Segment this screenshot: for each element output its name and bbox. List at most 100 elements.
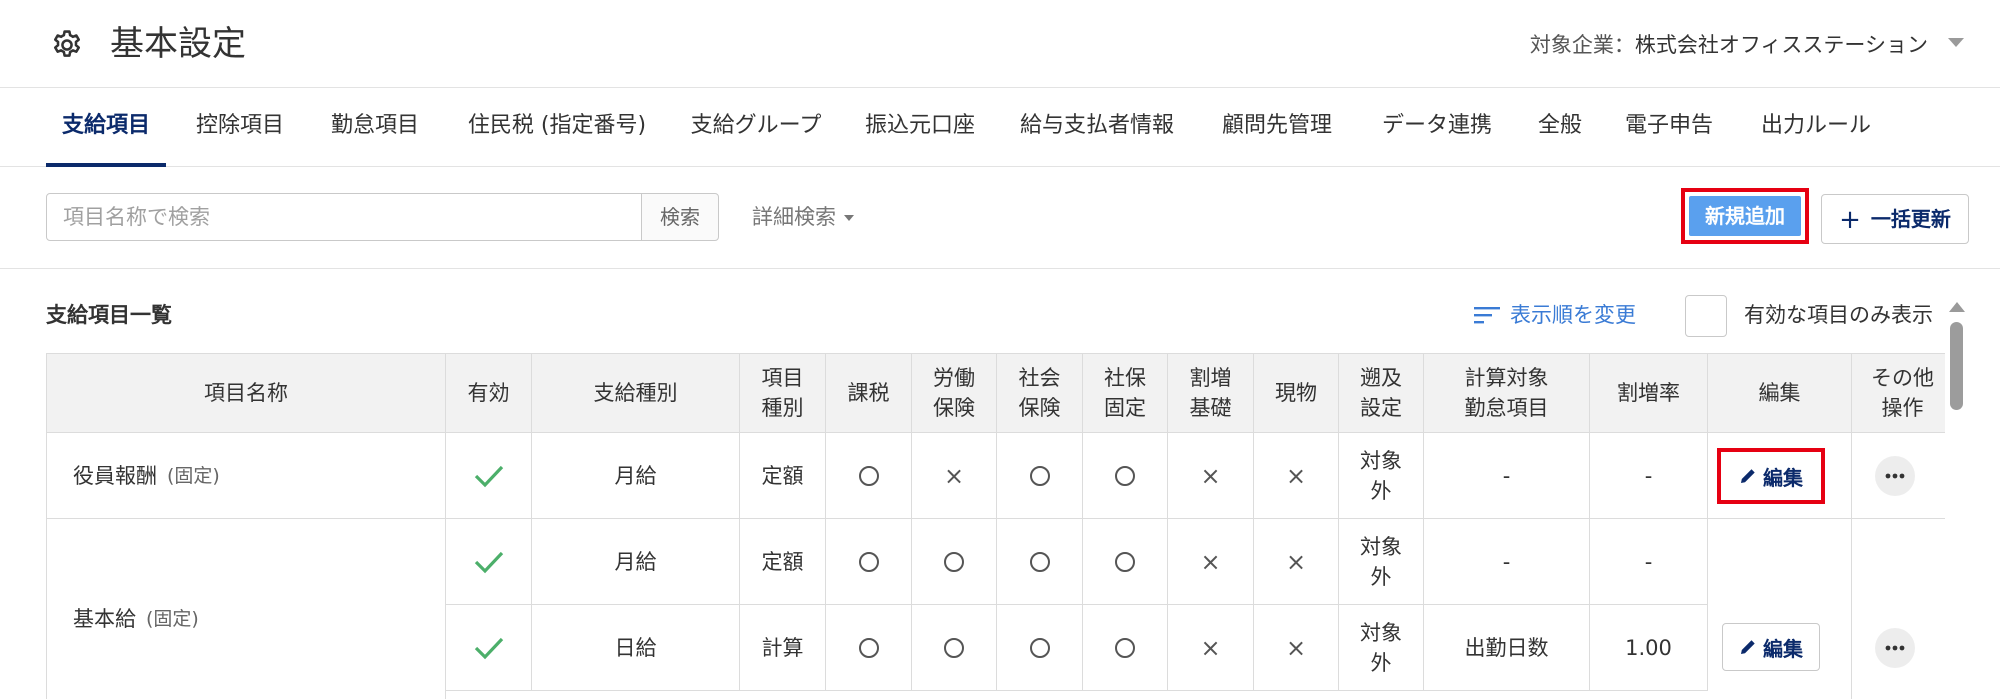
premium-base-cell: ×: [1168, 519, 1254, 605]
cross-icon: ×: [1200, 633, 1221, 662]
retro-cell: 対象 外: [1339, 605, 1424, 691]
rate-cell: -: [1590, 433, 1708, 519]
only-valid-label: 有効な項目のみ表示: [1744, 303, 1933, 327]
edit-label: 編集: [1763, 636, 1803, 661]
premium-base-cell: ×: [1168, 433, 1254, 519]
circle-icon: [1029, 465, 1050, 486]
pencil-icon: [1741, 640, 1755, 654]
labor-insurance-cell: [912, 605, 997, 691]
rate-cell: 1.00: [1590, 605, 1708, 691]
labor-insurance-cell: ×: [912, 433, 997, 519]
search-input[interactable]: [46, 193, 642, 241]
circle-icon: [1029, 637, 1050, 658]
col-header-labor-insurance: 労働 保険: [912, 353, 997, 433]
fixed-note: (固定): [146, 607, 199, 630]
tax-cell: [826, 519, 912, 605]
check-icon: [474, 637, 503, 659]
circle-icon: [858, 637, 879, 658]
plus-icon: +: [1839, 205, 1861, 235]
tab-output-rules[interactable]: 出力ルール: [1754, 88, 1878, 167]
search-button[interactable]: 検索: [641, 193, 719, 241]
social-fixed-cell: [1083, 433, 1168, 519]
retro-cell: 対象 外: [1339, 433, 1424, 519]
add-new-button[interactable]: 新規追加: [1689, 196, 1801, 236]
fixed-note: (固定): [167, 464, 220, 487]
table-row-1-name: 役員報酬 (固定): [46, 433, 446, 519]
list-title: 支給項目一覧: [46, 303, 172, 327]
bulk-update-button[interactable]: + 一括更新: [1821, 194, 1969, 244]
bulk-update-label: 一括更新: [1870, 207, 1951, 231]
sort-lines-icon: [1474, 307, 1500, 324]
tax-cell: [826, 433, 912, 519]
col-header-valid: 有効: [446, 353, 532, 433]
in-kind-cell: ×: [1254, 605, 1339, 691]
pay-type-cell: 日給: [532, 605, 740, 691]
pay-type-cell: 月給: [532, 519, 740, 605]
col-header-social-fixed: 社保 固定: [1083, 353, 1168, 433]
edit-button-highlight: 編集: [1717, 448, 1825, 504]
in-kind-cell: ×: [1254, 433, 1339, 519]
col-header-premium-base: 割増 基礎: [1168, 353, 1254, 433]
more-actions-button[interactable]: [1875, 628, 1915, 668]
tax-cell: [826, 605, 912, 691]
item-type-cell: 定額: [740, 519, 826, 605]
settings-tabs: 支給項目 控除項目 勤怠項目 住民税 (指定番号) 支給グループ 振込元口座 給…: [0, 88, 2000, 167]
labor-insurance-cell: [912, 519, 997, 605]
tab-client-management[interactable]: 顧問先管理: [1212, 88, 1342, 167]
calc-target-cell: 出勤日数: [1424, 605, 1590, 691]
scroll-up-arrow[interactable]: [1949, 302, 1965, 312]
col-header-tax: 課税: [826, 353, 912, 433]
social-insurance-cell: [997, 433, 1083, 519]
more-actions-button[interactable]: [1875, 456, 1915, 496]
cross-icon: ×: [943, 461, 965, 490]
tab-source-account[interactable]: 振込元口座: [858, 88, 982, 167]
edit-button[interactable]: 編集: [1722, 452, 1820, 500]
change-order-link[interactable]: 表示順を変更: [1474, 298, 1636, 332]
circle-icon: [858, 551, 879, 572]
social-insurance-cell: [997, 519, 1083, 605]
tab-attendance-items[interactable]: 勤怠項目: [321, 88, 429, 167]
other-ops-cell: [1852, 519, 1945, 699]
item-type-cell: 定額: [740, 433, 826, 519]
toolbar: 検索 詳細検索 新規追加 + 一括更新: [0, 167, 2000, 269]
col-header-rate: 割増率: [1590, 353, 1708, 433]
edit-cell: [1708, 519, 1852, 699]
tab-general[interactable]: 全般: [1532, 88, 1588, 167]
chevron-down-icon[interactable]: [1948, 38, 1964, 47]
tab-payer-info[interactable]: 給与支払者情報: [1012, 88, 1182, 167]
tab-payment-items[interactable]: 支給項目: [46, 88, 166, 167]
valid-cell: [446, 519, 532, 605]
cross-icon: ×: [1200, 461, 1221, 490]
tab-deduction-items[interactable]: 控除項目: [186, 88, 294, 167]
col-header-retro: 遡及 設定: [1339, 353, 1424, 433]
col-header-pay-type: 支給種別: [532, 353, 740, 433]
edit-button[interactable]: 編集: [1722, 623, 1820, 671]
col-header-calc-target: 計算対象 勤怠項目: [1424, 353, 1590, 433]
tab-resident-tax[interactable]: 住民税 (指定番号): [457, 88, 657, 167]
rate-cell: -: [1590, 519, 1708, 605]
social-fixed-cell: [1083, 605, 1168, 691]
item-type-cell: 計算: [740, 605, 826, 691]
tab-data-integration[interactable]: データ連携: [1372, 88, 1502, 167]
cross-icon: ×: [1285, 633, 1307, 662]
tab-e-filing[interactable]: 電子申告: [1614, 88, 1724, 167]
social-fixed-cell: [1083, 519, 1168, 605]
tab-payment-group[interactable]: 支給グループ: [682, 88, 830, 167]
more-dots-icon: [1885, 473, 1905, 479]
only-valid-checkbox[interactable]: [1685, 295, 1727, 337]
pencil-icon: [1741, 469, 1755, 483]
valid-cell: [446, 605, 532, 691]
table-row-2-name: 基本給 (固定): [46, 519, 446, 699]
company-selector[interactable]: 対象企業：株式会社オフィスステーション: [1530, 28, 1928, 62]
advanced-search-toggle[interactable]: 詳細検索: [752, 193, 854, 241]
col-header-item-type: 項目 種別: [740, 353, 826, 433]
col-header-edit: 編集: [1708, 353, 1852, 433]
pay-type-cell: 月給: [532, 433, 740, 519]
company-name: 株式会社オフィスステーション: [1634, 33, 1928, 57]
scrollbar-thumb[interactable]: [1950, 322, 1963, 410]
col-header-name: 項目名称: [46, 353, 446, 433]
check-icon: [474, 465, 503, 487]
check-icon: [474, 551, 503, 573]
calc-target-cell: -: [1424, 433, 1590, 519]
circle-icon: [944, 637, 964, 658]
